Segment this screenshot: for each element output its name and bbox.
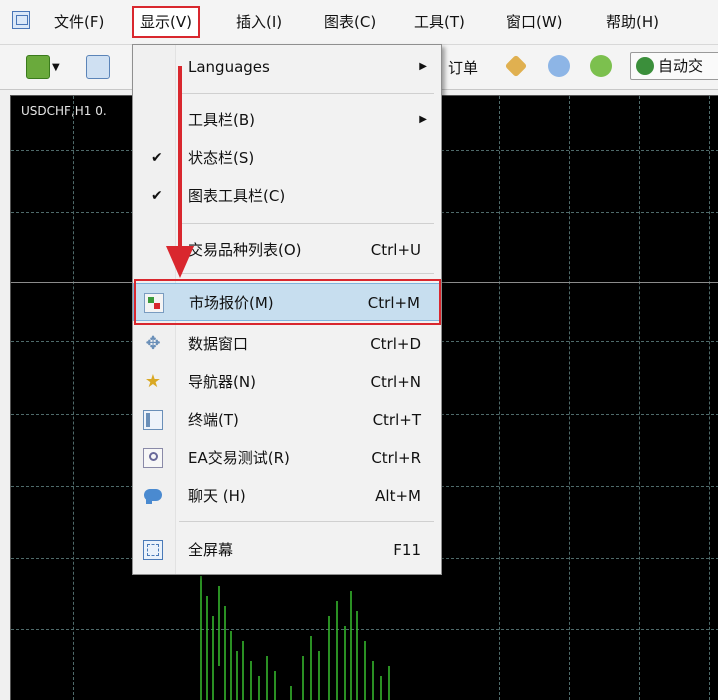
- fullscreen-icon: [143, 540, 163, 560]
- navigator-star-icon: ★: [144, 371, 162, 392]
- chevron-down-icon[interactable]: ▼: [52, 57, 60, 79]
- auto-trading-label: 自动交: [658, 57, 704, 75]
- submenu-arrow-icon: ▶: [419, 61, 427, 72]
- chat-bubble-icon: [143, 486, 163, 506]
- price-candles: [200, 576, 390, 700]
- menu-separator: [179, 223, 434, 224]
- menu-item-label: 全屏幕: [188, 541, 234, 559]
- menu-item-fullscreen[interactable]: 全屏幕 F11: [133, 531, 441, 569]
- menu-item-shortcut: Ctrl+N: [370, 373, 421, 391]
- account-icon[interactable]: [548, 55, 570, 77]
- strategy-tester-icon: [143, 448, 163, 468]
- profiles-icon[interactable]: [86, 55, 110, 79]
- menu-help[interactable]: 帮助(H): [600, 8, 665, 36]
- crosshair-icon: ✥: [145, 333, 161, 354]
- menu-item-data-window[interactable]: ✥ 数据窗口 Ctrl+D: [133, 325, 441, 363]
- auto-trading-button[interactable]: 自动交: [630, 52, 718, 80]
- signals-icon[interactable]: [590, 55, 612, 77]
- menu-separator: [179, 273, 434, 274]
- meta-editor-icon[interactable]: [504, 54, 528, 78]
- menu-item-shortcut: Ctrl+U: [370, 241, 421, 259]
- menu-view[interactable]: 显示(V): [132, 6, 200, 38]
- menu-tools[interactable]: 工具(T): [408, 8, 471, 36]
- menu-item-shortcut: F11: [393, 541, 421, 559]
- new-chart-icon[interactable]: [26, 55, 50, 79]
- new-order-label[interactable]: 订单: [448, 57, 478, 79]
- terminal-icon: [143, 410, 163, 430]
- menu-bar: 文件(F) 显示(V) 插入(I) 图表(C) 工具(T) 窗口(W) 帮助(H…: [0, 0, 718, 45]
- menu-item-label: 交易品种列表(O): [188, 241, 302, 259]
- menu-item-label: EA交易测试(R): [188, 449, 290, 467]
- menu-item-chat[interactable]: 聊天 (H) Alt+M: [133, 477, 441, 515]
- menu-window[interactable]: 窗口(W): [500, 8, 569, 36]
- auto-trading-icon: [636, 57, 654, 75]
- menu-separator: [179, 521, 434, 522]
- menu-item-label: 数据窗口: [188, 335, 249, 353]
- menu-separator: [179, 93, 434, 94]
- app-window-icon[interactable]: [12, 11, 30, 29]
- menu-item-strategy-tester[interactable]: EA交易测试(R) Ctrl+R: [133, 439, 441, 477]
- menu-item-shortcut: Ctrl+D: [370, 335, 421, 353]
- menu-item-terminal[interactable]: 终端(T) Ctrl+T: [133, 401, 441, 439]
- submenu-arrow-icon: ▶: [419, 114, 427, 125]
- menu-item-label: 聊天 (H): [188, 487, 246, 505]
- menu-item-shortcut: Ctrl+R: [371, 449, 421, 467]
- menu-item-shortcut: Ctrl+T: [372, 411, 421, 429]
- menu-item-label: 导航器(N): [188, 373, 256, 391]
- menu-item-navigator[interactable]: ★ 导航器(N) Ctrl+N: [133, 363, 441, 401]
- annotation-highlight-box: [134, 279, 441, 325]
- menu-file[interactable]: 文件(F): [48, 8, 110, 36]
- annotation-arrow-icon: [166, 66, 194, 278]
- menu-item-label: Languages: [188, 58, 270, 76]
- menu-item-label: 终端(T): [188, 411, 239, 429]
- menu-item-label: 图表工具栏(C): [188, 187, 286, 205]
- menu-charts[interactable]: 图表(C): [318, 8, 382, 36]
- menu-insert[interactable]: 插入(I): [230, 8, 288, 36]
- menu-item-shortcut: Alt+M: [375, 487, 421, 505]
